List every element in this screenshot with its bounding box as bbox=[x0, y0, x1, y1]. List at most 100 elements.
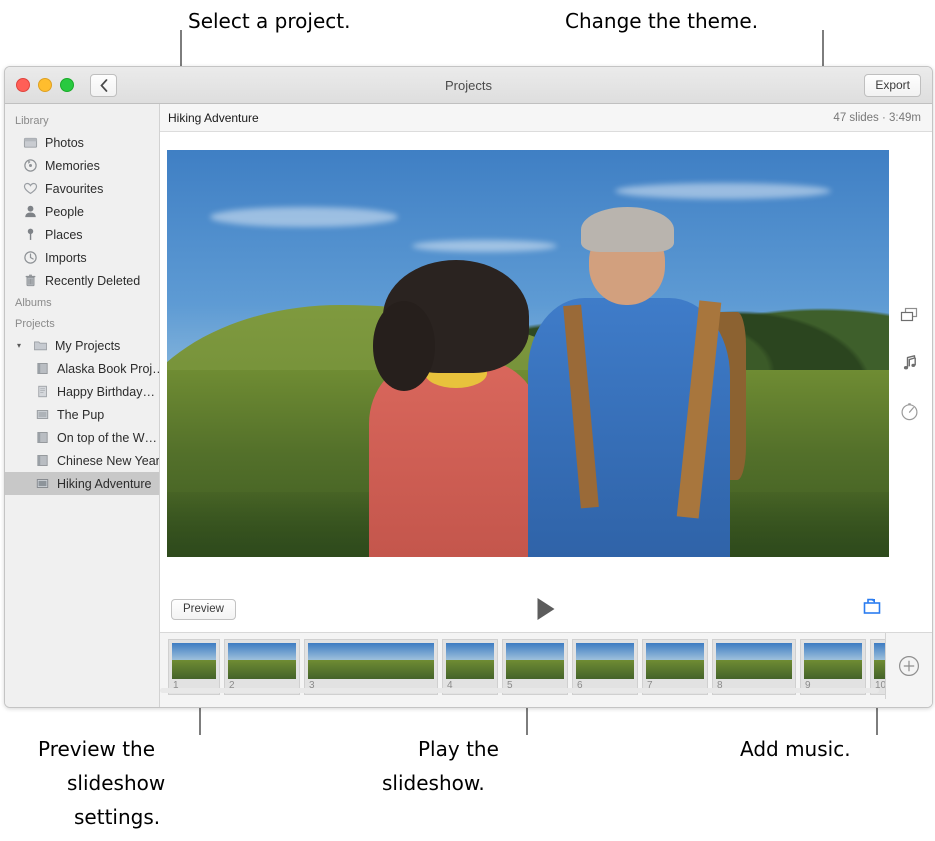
sidebar-item-the-pup[interactable]: The Pup bbox=[5, 403, 159, 426]
preview-button[interactable]: Preview bbox=[171, 598, 236, 620]
play-button[interactable] bbox=[537, 598, 555, 620]
photo-area bbox=[160, 132, 889, 586]
sidebar-item-label: Places bbox=[45, 227, 83, 242]
thumbnail-scroll-area[interactable]: 1 2 3 4 5 6 7 8 9 1 bbox=[160, 633, 885, 695]
sidebar-item-alaska-book-project[interactable]: Alaska Book Proj… bbox=[5, 357, 159, 380]
add-slide-button[interactable] bbox=[885, 633, 932, 699]
sidebar-item-label: Hiking Adventure bbox=[57, 476, 152, 491]
sidebar-item-photos[interactable]: Photos bbox=[5, 131, 159, 154]
person-right-hair bbox=[580, 206, 674, 253]
heart-icon bbox=[23, 182, 38, 195]
sidebar[interactable]: Library Photos Memories Favourites Peopl… bbox=[5, 104, 160, 707]
sidebar-item-label: Chinese New Year bbox=[57, 453, 159, 468]
sidebar-item-hiking-adventure[interactable]: Hiking Adventure bbox=[5, 472, 159, 495]
callout-add-music: Add music. bbox=[740, 737, 851, 761]
callout-preview-settings-line3: settings. bbox=[74, 805, 161, 829]
thumbnail-land bbox=[172, 660, 216, 679]
thumbnail-item[interactable]: 9 bbox=[800, 639, 866, 695]
sidebar-item-label: Recently Deleted bbox=[45, 273, 141, 288]
photos-app-window: Projects Export Library Photos Memories … bbox=[4, 66, 933, 708]
sidebar-item-label: Favourites bbox=[45, 181, 104, 196]
callout-play-slideshow-line2: slideshow. bbox=[382, 771, 485, 795]
thumbnail-item[interactable]: 5 bbox=[502, 639, 568, 695]
memories-icon bbox=[24, 159, 37, 172]
thumbnail-item[interactable]: 3 bbox=[304, 639, 438, 695]
thumbnail-sky bbox=[874, 643, 885, 662]
thumbnail-sky bbox=[646, 643, 704, 662]
callout-play-slideshow-line1: Play the bbox=[418, 737, 499, 761]
sidebar-item-label: On top of the W… bbox=[57, 430, 158, 445]
slideshow-tool-rail bbox=[886, 132, 932, 586]
thumbnail-land bbox=[228, 660, 296, 679]
thumbnail-scrollbar[interactable] bbox=[160, 688, 879, 693]
sidebar-item-label: Alaska Book Proj… bbox=[57, 361, 159, 376]
sidebar-item-label: Happy Birthday… bbox=[57, 384, 155, 399]
slide-count-duration: 47 slides · 3:49m bbox=[833, 111, 921, 124]
sidebar-item-my-projects[interactable]: ▾ My Projects bbox=[5, 334, 159, 357]
person-right bbox=[528, 206, 747, 557]
pin-icon bbox=[27, 228, 34, 240]
thumbnail-item[interactable]: 8 bbox=[712, 639, 796, 695]
window-title: Projects bbox=[445, 77, 492, 93]
sidebar-item-label: The Pup bbox=[57, 407, 105, 422]
thumbnail-item[interactable]: 4 bbox=[442, 639, 498, 695]
thumbnail-image bbox=[308, 643, 434, 679]
main-content: Hiking Adventure 47 slides · 3:49m Previ… bbox=[160, 104, 932, 707]
preview-stage bbox=[160, 132, 932, 586]
thumbnail-image bbox=[228, 643, 296, 679]
slideshow-icon bbox=[36, 410, 49, 419]
thumbnail-item[interactable]: 7 bbox=[642, 639, 708, 695]
thumbnail-land bbox=[646, 660, 704, 679]
thumbnail-image bbox=[506, 643, 564, 679]
book-icon bbox=[37, 432, 48, 443]
sidebar-item-label: My Projects bbox=[55, 338, 121, 353]
sidebar-section-header-library: Library bbox=[15, 115, 49, 127]
window-body: Library Photos Memories Favourites Peopl… bbox=[5, 104, 932, 707]
callout-change-theme: Change the theme. bbox=[565, 9, 759, 33]
thumbnail-item[interactable]: 2 bbox=[224, 639, 300, 695]
thumbnail-land bbox=[716, 660, 792, 679]
thumbnail-land bbox=[804, 660, 862, 679]
thumbnail-image bbox=[446, 643, 494, 679]
project-header: Hiking Adventure 47 slides · 3:49m bbox=[160, 104, 932, 132]
thumbnail-sky bbox=[506, 643, 564, 662]
slideshow-icon bbox=[36, 479, 49, 488]
card-icon bbox=[38, 385, 47, 398]
slide-preview-image[interactable] bbox=[167, 150, 889, 557]
sidebar-item-places[interactable]: Places bbox=[5, 223, 159, 246]
sidebar-item-people[interactable]: People bbox=[5, 200, 159, 223]
clock-icon bbox=[24, 251, 37, 264]
play-fullscreen-icon bbox=[863, 598, 881, 614]
book-icon bbox=[37, 363, 48, 374]
sidebar-item-memories[interactable]: Memories bbox=[5, 154, 159, 177]
export-button[interactable]: Export bbox=[864, 73, 921, 97]
sidebar-item-favourites[interactable]: Favourites bbox=[5, 177, 159, 200]
duration-timer-button[interactable] bbox=[898, 400, 920, 422]
sidebar-item-on-top-of-the-world[interactable]: On top of the W… bbox=[5, 426, 159, 449]
thumbnail-image bbox=[172, 643, 216, 679]
play-fullscreen-button[interactable] bbox=[862, 598, 882, 620]
theme-button[interactable] bbox=[898, 304, 920, 326]
thumbnail-land bbox=[446, 660, 494, 679]
thumbnail-image bbox=[804, 643, 862, 679]
music-button[interactable] bbox=[898, 352, 920, 374]
chevron-down-icon[interactable]: ▾ bbox=[17, 341, 26, 350]
sidebar-item-recently-deleted[interactable]: Recently Deleted bbox=[5, 269, 159, 292]
thumbnail-sky bbox=[804, 643, 862, 662]
thumbnail-item[interactable]: 6 bbox=[572, 639, 638, 695]
person-left-shirt bbox=[369, 360, 543, 557]
thumbnail-land bbox=[506, 660, 564, 679]
sidebar-item-chinese-new-year[interactable]: Chinese New Year bbox=[5, 449, 159, 472]
thumbnail-sky bbox=[716, 643, 792, 662]
thumbnail-image bbox=[646, 643, 704, 679]
cloud-shape bbox=[614, 182, 832, 199]
sidebar-item-imports[interactable]: Imports bbox=[5, 246, 159, 269]
slide-thumbnail-strip[interactable]: 1 2 3 4 5 6 7 8 9 1 bbox=[160, 632, 932, 707]
project-title: Hiking Adventure bbox=[168, 110, 259, 125]
timer-icon bbox=[900, 402, 918, 420]
person-icon bbox=[25, 205, 36, 218]
sidebar-item-happy-birthday[interactable]: Happy Birthday… bbox=[5, 380, 159, 403]
thumbnail-item[interactable]: 10 bbox=[870, 639, 885, 695]
book-icon bbox=[37, 455, 48, 466]
thumbnail-item[interactable]: 1 bbox=[168, 639, 220, 695]
